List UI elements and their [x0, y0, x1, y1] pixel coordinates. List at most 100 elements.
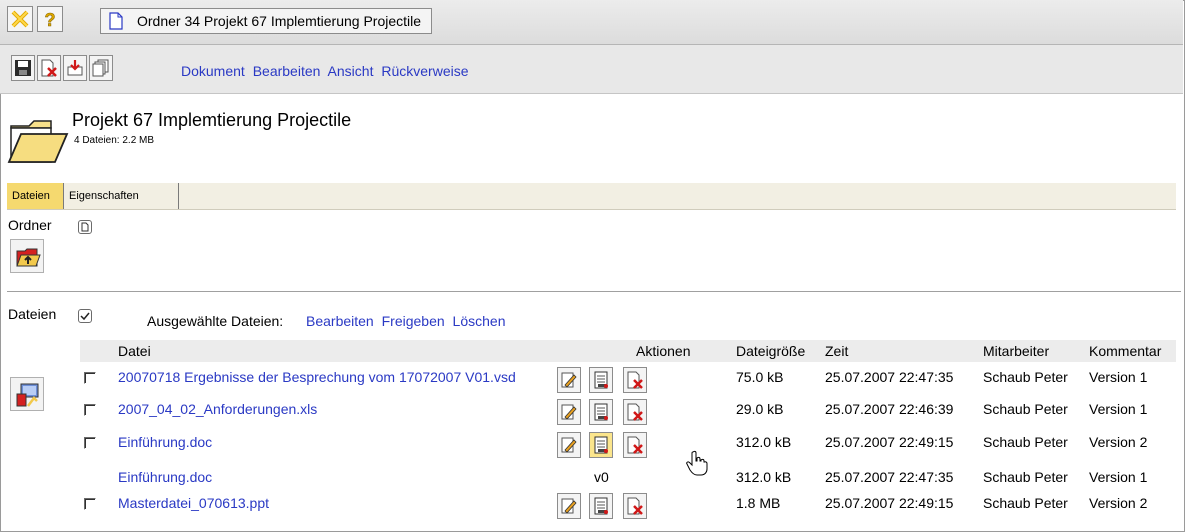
- document-tab[interactable]: Ordner 34 Projekt 67 Implemtierung Proje…: [100, 8, 433, 34]
- tab-eigenschaften[interactable]: Eigenschaften: [64, 183, 179, 209]
- bulk-edit-link[interactable]: Bearbeiten: [306, 313, 374, 329]
- file-table-header: Datei Aktionen Dateigröße Zeit Mitarbeit…: [80, 340, 1176, 362]
- close-button[interactable]: [7, 6, 33, 32]
- copy-icon: [92, 59, 109, 77]
- file-time: 25.07.2007 22:49:15: [825, 495, 954, 511]
- edit-file-button[interactable]: [557, 399, 581, 425]
- file-size: 29.0 kB: [736, 401, 784, 417]
- file-comment: Version 1: [1089, 469, 1148, 485]
- help-icon: ?: [44, 10, 56, 29]
- table-row: 2007_04_02_Anforderungen.xls 29.0 kB 25.07…: [80, 397, 1176, 427]
- selected-files-actions: Bearbeiten Freigeben Löschen: [306, 313, 509, 329]
- delete-file-button[interactable]: [623, 399, 647, 425]
- file-employee: Schaub Peter: [983, 495, 1068, 511]
- file-size: 75.0 kB: [736, 369, 784, 385]
- row-checkbox[interactable]: [84, 372, 96, 384]
- folder-up-icon: [16, 248, 41, 267]
- history-icon: [594, 436, 608, 454]
- delete-file-button[interactable]: [623, 432, 647, 458]
- edit-file-button[interactable]: [557, 432, 581, 458]
- title-bar: ? Ordner 34 Projekt 67 Implemtierung Pro…: [0, 0, 1183, 45]
- file-time: 25.07.2007 22:46:39: [825, 401, 954, 417]
- file-time: 25.07.2007 22:47:35: [825, 369, 954, 385]
- file-history-button[interactable]: [589, 367, 613, 393]
- bulk-delete-link[interactable]: Löschen: [453, 313, 506, 329]
- bulk-release-link[interactable]: Freigeben: [382, 313, 445, 329]
- column-header-comment[interactable]: Kommentar: [1089, 343, 1161, 359]
- export-button[interactable]: [63, 55, 87, 81]
- checkmark-icon: [80, 312, 90, 321]
- edit-file-button[interactable]: [557, 493, 581, 519]
- folder-icon: [7, 120, 69, 163]
- upload-file-button[interactable]: [10, 377, 44, 411]
- file-time: 25.07.2007 22:47:35: [825, 469, 954, 485]
- edit-icon: [561, 498, 577, 514]
- row-checkbox[interactable]: [84, 437, 96, 449]
- menu-bar: Dokument Bearbeiten Ansicht Rückverweise: [181, 63, 473, 79]
- tab-bar: Dateien Eigenschaften: [7, 183, 1176, 210]
- edit-icon: [561, 437, 577, 453]
- file-comment: Version 2: [1089, 495, 1148, 511]
- hand-cursor-icon: [686, 450, 708, 476]
- column-header-time[interactable]: Zeit: [825, 343, 848, 359]
- version-tag: v0: [594, 469, 609, 485]
- file-size: 1.8 MB: [736, 495, 781, 511]
- copy-button[interactable]: [89, 55, 113, 81]
- selected-files-label: Ausgewählte Dateien:: [147, 313, 284, 329]
- toolbar: Dokument Bearbeiten Ansicht Rückverweise: [0, 45, 1183, 94]
- close-icon: [11, 10, 29, 28]
- menu-item-rueckverweise[interactable]: Rückverweise: [381, 63, 468, 79]
- folder-up-button[interactable]: [10, 239, 44, 273]
- history-icon: [594, 371, 608, 389]
- file-time: 25.07.2007 22:49:15: [825, 434, 954, 450]
- delete-document-icon: [41, 59, 57, 77]
- folder-title: Projekt 67 Implemtierung Projectile: [72, 110, 352, 130]
- upload-icon: [16, 383, 39, 407]
- delete-icon: [627, 371, 643, 389]
- delete-file-button[interactable]: [623, 493, 647, 519]
- column-header-file[interactable]: Datei: [118, 343, 151, 359]
- row-checkbox[interactable]: [84, 404, 96, 416]
- file-name-link[interactable]: Masterdatei_070613.ppt: [118, 495, 269, 511]
- tab-dateien[interactable]: Dateien: [7, 183, 64, 209]
- file-employee: Schaub Peter: [983, 469, 1068, 485]
- export-icon: [67, 60, 83, 76]
- menu-item-bearbeiten[interactable]: Bearbeiten: [253, 63, 321, 79]
- file-name-link[interactable]: 2007_04_02_Anforderungen.xls: [118, 401, 317, 417]
- column-header-actions: Aktionen: [636, 343, 691, 359]
- table-row: Masterdatei_070613.ppt 1.8 MB 25.07.2007 2…: [80, 491, 1176, 521]
- delete-file-button[interactable]: [623, 367, 647, 393]
- document-icon: [109, 12, 123, 30]
- delete-document-button[interactable]: [37, 55, 61, 81]
- file-employee: Schaub Peter: [983, 401, 1068, 417]
- history-icon: [594, 497, 608, 515]
- delete-icon: [627, 436, 643, 454]
- column-header-size[interactable]: Dateigröße: [736, 343, 805, 359]
- file-history-button[interactable]: [589, 432, 613, 458]
- delete-icon: [627, 403, 643, 421]
- file-name-link[interactable]: Einführung.doc: [118, 469, 212, 485]
- save-icon: [15, 60, 31, 76]
- file-size: 312.0 kB: [736, 469, 792, 485]
- section-divider: [7, 291, 1181, 292]
- menu-item-ansicht[interactable]: Ansicht: [328, 63, 374, 79]
- edit-file-button[interactable]: [557, 367, 581, 393]
- new-folder-button[interactable]: [78, 220, 92, 234]
- file-name-link[interactable]: Einführung.doc: [118, 434, 212, 450]
- select-all-checkbox[interactable]: [78, 309, 92, 323]
- history-icon: [594, 403, 608, 421]
- folder-summary: 4 Dateien: 2.2 MB: [74, 135, 155, 146]
- file-comment: Version 1: [1089, 401, 1148, 417]
- file-history-button[interactable]: [589, 493, 613, 519]
- file-history-button[interactable]: [589, 399, 613, 425]
- table-row: Einführung.doc 312.0 kB 25.07.2007 22:49:1…: [80, 430, 1176, 460]
- document-tab-title: Ordner 34 Projekt 67 Implemtierung Proje…: [137, 13, 422, 29]
- file-name-link[interactable]: 20070718 Ergebnisse der Besprechung vom …: [118, 369, 516, 385]
- column-header-employee[interactable]: Mitarbeiter: [983, 343, 1049, 359]
- new-document-icon: [81, 222, 89, 232]
- save-button[interactable]: [11, 55, 35, 81]
- svg-text:?: ?: [45, 10, 56, 29]
- menu-item-dokument[interactable]: Dokument: [181, 63, 245, 79]
- help-button[interactable]: ?: [37, 6, 63, 32]
- row-checkbox[interactable]: [84, 498, 96, 510]
